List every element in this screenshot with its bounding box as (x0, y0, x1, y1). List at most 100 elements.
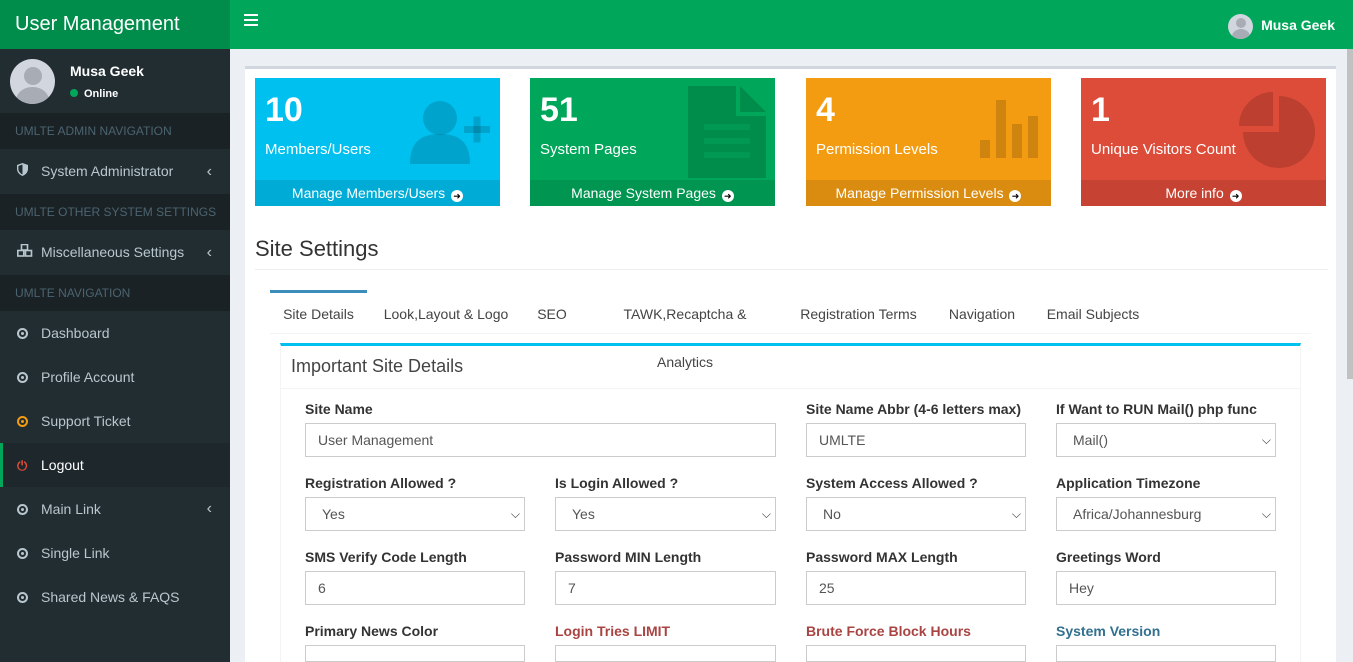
bar-chart-icon (978, 100, 1042, 161)
stat-value: 1 (1091, 91, 1110, 129)
tab-look-layout-logo[interactable]: Look,Layout & Logo (380, 290, 512, 334)
select-value: No (823, 506, 841, 522)
cubes-icon (17, 230, 41, 275)
brute-force-input[interactable] (806, 645, 1026, 662)
arrow-circle-right-icon: ➜ (451, 190, 464, 202)
select-value: Yes (572, 506, 595, 522)
tab-registration-terms[interactable]: Registration Terms (798, 290, 919, 334)
sidebar: User Management Musa Geek Online UMLTE A… (0, 0, 230, 662)
timezone-select[interactable]: Africa/Johannesburg ⌵ (1056, 497, 1276, 531)
greetings-label: Greetings Word (1056, 549, 1161, 565)
system-access-select[interactable]: No ⌵ (806, 497, 1026, 531)
sidebar-item-logout[interactable]: ⏻ Logout (0, 443, 230, 487)
scrollbar[interactable] (1347, 49, 1353, 379)
sidebar-item-label: Miscellaneous Settings (41, 244, 185, 260)
select-value: Yes (322, 506, 345, 522)
more-info-link[interactable]: More info ➜ (1081, 180, 1326, 206)
sidebar-item-profile-account[interactable]: Profile Account (0, 355, 230, 399)
user-name: Musa Geek (70, 63, 144, 79)
stat-value: 10 (265, 91, 303, 129)
select-value: Africa/Johannesburg (1073, 506, 1202, 522)
sidebar-item-label: Shared News & FAQS (41, 589, 180, 605)
arrow-circle-right-icon: ➜ (1229, 190, 1242, 202)
divider (281, 388, 1300, 389)
sidebar-item-system-administrator[interactable]: System Administrator ‹ (0, 149, 230, 194)
user-menu[interactable]: Musa Geek (1228, 12, 1335, 39)
link-label: More info (1165, 185, 1224, 201)
panel-title: Important Site Details (291, 356, 464, 376)
circle-o-icon (17, 592, 28, 603)
arrow-circle-right-icon: ➜ (721, 190, 734, 202)
avatar (1228, 13, 1254, 39)
stat-label: System Pages (540, 141, 637, 158)
chevron-down-icon: ⌵ (1011, 507, 1021, 521)
password-max-input[interactable]: 25 (806, 571, 1026, 605)
link-label: Manage System Pages (571, 185, 716, 201)
system-version-input[interactable] (1056, 645, 1276, 662)
stat-box-members: 10 Members/Users Manage Members/Users ➜ (255, 78, 500, 206)
stat-label: Members/Users (265, 141, 371, 158)
avatar (10, 59, 55, 104)
shield-icon (17, 149, 41, 194)
login-tries-label: Login Tries LIMIT (555, 623, 671, 639)
manage-pages-link[interactable]: Manage System Pages ➜ (530, 180, 775, 206)
settings-tabs: Site Details Look,Layout & Logo SEO TAWK… (270, 290, 1311, 370)
sidebar-item-main-link[interactable]: Main Link ‹ (0, 487, 230, 531)
user-plus-icon (410, 96, 490, 169)
app-logo[interactable]: User Management (0, 0, 230, 49)
sidebar-item-label: Logout (41, 457, 84, 473)
select-value: Mail() (1073, 432, 1108, 448)
sidebar-item-dashboard[interactable]: Dashboard (0, 311, 230, 355)
user-panel: Musa Geek Online (0, 49, 230, 113)
manage-members-link[interactable]: Manage Members/Users ➜ (255, 180, 500, 206)
tab-seo[interactable]: SEO (532, 290, 572, 334)
sidebar-item-label: System Administrator (41, 163, 174, 179)
registration-allowed-select[interactable]: Yes ⌵ (305, 497, 525, 531)
sms-length-label: SMS Verify Code Length (305, 549, 467, 565)
user-status[interactable]: Online (70, 88, 118, 100)
tab-navigation[interactable]: Navigation (942, 290, 1022, 334)
mail-func-label: If Want to RUN Mail() php func (1056, 401, 1257, 417)
chevron-left-icon: ‹ (206, 244, 212, 261)
news-color-input[interactable] (305, 645, 525, 662)
site-abbr-label: Site Name Abbr (4-6 letters max) (806, 401, 1021, 417)
tab-site-details[interactable]: Site Details (270, 290, 367, 334)
stat-label: Unique Visitors Count (1091, 141, 1236, 158)
sms-length-input[interactable]: 6 (305, 571, 525, 605)
tab-email-subjects[interactable]: Email Subjects (1044, 290, 1142, 334)
stat-box-visitors: 1 Unique Visitors Count More info ➜ (1081, 78, 1326, 206)
sidebar-item-shared-news[interactable]: Shared News & FAQS (0, 575, 230, 619)
sidebar-item-miscellaneous-settings[interactable]: Miscellaneous Settings ‹ (0, 230, 230, 275)
stat-label: Permission Levels (816, 141, 938, 158)
mail-func-select[interactable]: Mail() ⌵ (1056, 423, 1276, 457)
greetings-input[interactable]: Hey (1056, 571, 1276, 605)
stat-box-pages: 51 System Pages Manage System Pages ➜ (530, 78, 775, 206)
sidebar-item-label: Single Link (41, 545, 110, 561)
circle-o-icon (17, 372, 28, 383)
sidebar-item-label: Main Link (41, 501, 101, 517)
tab-tawk-recaptcha-analytics[interactable]: TAWK,Recaptcha & Analytics (596, 290, 774, 370)
divider (255, 269, 1328, 270)
chevron-down-icon: ⌵ (761, 507, 771, 521)
menu-toggle-icon[interactable] (244, 14, 258, 26)
password-min-input[interactable]: 7 (555, 571, 776, 605)
site-name-label: Site Name (305, 401, 373, 417)
status-label: Online (84, 88, 119, 100)
stat-value: 51 (540, 91, 578, 129)
file-text-icon (688, 86, 768, 181)
site-abbr-input[interactable]: UMLTE (806, 423, 1026, 457)
sidebar-item-label: Profile Account (41, 369, 135, 385)
circle-o-icon (17, 548, 28, 559)
sidebar-item-support-ticket[interactable]: Support Ticket (0, 399, 230, 443)
sidebar-item-label: Support Ticket (41, 413, 131, 429)
circle-o-icon (17, 416, 28, 427)
login-tries-input[interactable] (555, 645, 776, 662)
site-name-input[interactable]: User Management (305, 423, 776, 457)
manage-permissions-link[interactable]: Manage Permission Levels ➜ (806, 180, 1051, 206)
login-allowed-select[interactable]: Yes ⌵ (555, 497, 776, 531)
news-color-label: Primary News Color (305, 623, 439, 639)
sidebar-item-single-link[interactable]: Single Link (0, 531, 230, 575)
chevron-down-icon: ⌵ (1261, 433, 1271, 447)
arrow-circle-right-icon: ➜ (1009, 190, 1022, 202)
circle-o-icon (17, 328, 28, 339)
